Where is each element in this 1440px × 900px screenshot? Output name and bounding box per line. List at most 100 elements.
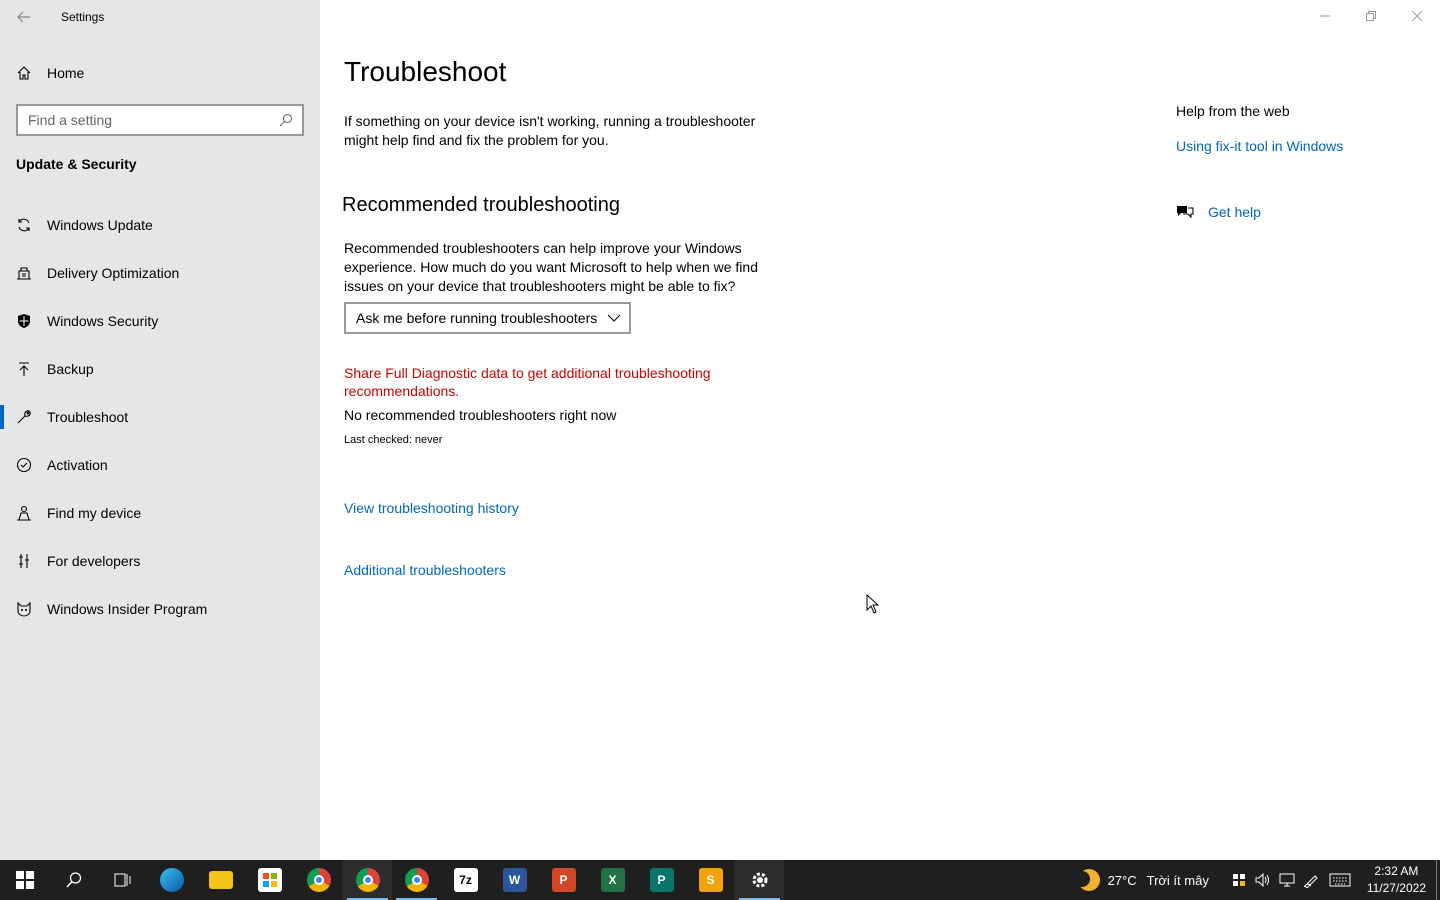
volume-icon[interactable] — [1251, 860, 1275, 900]
title-bar: Settings — [0, 0, 320, 34]
get-help-label: Get help — [1208, 204, 1261, 220]
sidebar-item-backup[interactable]: Backup — [0, 345, 320, 393]
word-icon: W — [502, 868, 527, 892]
fix-it-tool-link[interactable]: Using fix-it tool in Windows — [1176, 138, 1343, 154]
taskbar-7zip[interactable]: 7z — [441, 860, 490, 900]
task-view-button[interactable] — [98, 860, 147, 900]
taskbar-edge[interactable] — [147, 860, 196, 900]
sidebar-item-delivery-optimization[interactable]: Delivery Optimization — [0, 249, 320, 297]
dropdown-value: Ask me before running troubleshooters — [356, 310, 598, 326]
close-button[interactable] — [1394, 0, 1440, 32]
sidebar-item-label: Delivery Optimization — [47, 265, 180, 281]
sidebar-item-label: Find my device — [47, 505, 142, 521]
clock-time: 2:32 AM — [1374, 864, 1419, 878]
taskbar-settings[interactable] — [735, 860, 784, 900]
back-button[interactable] — [0, 0, 48, 34]
developer-tools-icon — [0, 553, 47, 569]
window-controls — [1302, 0, 1440, 32]
person-location-icon — [0, 505, 47, 521]
troubleshooter-preference-dropdown[interactable]: Ask me before running troubleshooters — [344, 302, 631, 334]
home-label: Home — [47, 65, 85, 81]
sidebar-item-find-my-device[interactable]: Find my device — [0, 489, 320, 537]
taskbar-chrome-profile-1[interactable] — [343, 860, 392, 900]
chevron-down-icon — [607, 314, 621, 322]
chrome-icon — [306, 868, 331, 892]
get-help-button[interactable]: Get help — [1176, 204, 1261, 220]
sidebar-item-for-developers[interactable]: For developers — [0, 537, 320, 585]
7zip-icon: 7z — [453, 868, 478, 892]
excel-icon: X — [600, 868, 625, 892]
weather-moon-icon — [1073, 869, 1100, 891]
minimize-icon — [1320, 15, 1330, 17]
sidebar-nav: Windows Update Delivery Optimization Win… — [0, 201, 320, 633]
wrench-icon — [0, 409, 47, 425]
weather-temp: 27°C — [1107, 872, 1137, 888]
chrome-profile-icon — [404, 868, 429, 892]
clock[interactable]: 2:32 AM 11/27/2022 — [1367, 863, 1426, 897]
sidebar-item-label: Troubleshoot — [47, 409, 129, 425]
backup-arrow-icon — [0, 361, 47, 377]
task-view-icon — [114, 873, 130, 887]
taskbar-store[interactable] — [245, 860, 294, 900]
store-icon — [257, 868, 282, 892]
windows-start-icon — [15, 871, 34, 889]
check-circle-icon — [0, 457, 47, 473]
no-recommended-text: No recommended troubleshooters right now — [344, 407, 617, 423]
start-button[interactable] — [0, 860, 49, 900]
taskbar-chrome[interactable] — [294, 860, 343, 900]
taskbar-search-button[interactable] — [49, 860, 98, 900]
taskbar: 7z W P X P S 27°C Trời ít mây 2:32 AM 11… — [0, 860, 1440, 900]
additional-troubleshooters-link[interactable]: Additional troubleshooters — [344, 562, 506, 578]
restore-icon — [1366, 11, 1376, 21]
taskbar-word[interactable]: W — [490, 860, 539, 900]
taskbar-chrome-profile-2[interactable] — [392, 860, 441, 900]
slides-icon: S — [698, 868, 723, 892]
view-history-link[interactable]: View troubleshooting history — [344, 500, 519, 516]
pen-icon[interactable] — [1299, 860, 1323, 900]
security-tray-icon[interactable] — [1227, 860, 1251, 900]
close-icon — [1412, 11, 1422, 21]
sidebar-item-label: Windows Security — [47, 313, 159, 329]
folder-icon — [208, 871, 233, 889]
sidebar-item-activation[interactable]: Activation — [0, 441, 320, 489]
delivery-optimization-icon — [0, 265, 47, 281]
show-desktop-button[interactable] — [1436, 860, 1440, 900]
clock-date: 11/27/2022 — [1366, 881, 1426, 895]
search-input[interactable] — [28, 112, 278, 128]
restore-button[interactable] — [1348, 0, 1394, 32]
search-icon — [65, 872, 81, 888]
gear-icon — [752, 872, 767, 888]
sidebar-item-label: Windows Insider Program — [47, 601, 208, 617]
search-box[interactable] — [16, 104, 304, 136]
taskbar-publisher[interactable]: P — [637, 860, 686, 900]
sync-icon — [0, 217, 47, 233]
sidebar-item-windows-insider-program[interactable]: Windows Insider Program — [0, 585, 320, 633]
chat-help-icon — [1177, 206, 1194, 219]
publisher-icon: P — [649, 868, 674, 892]
network-icon[interactable] — [1275, 860, 1299, 900]
recommended-heading: Recommended troubleshooting — [342, 194, 620, 216]
sidebar-item-windows-security[interactable]: Windows Security — [0, 297, 320, 345]
sidebar-item-home[interactable]: Home — [0, 56, 320, 90]
sidebar-item-label: Windows Update — [47, 217, 153, 233]
keyboard-icon[interactable] — [1323, 860, 1357, 900]
last-checked-text: Last checked: never — [344, 434, 443, 446]
share-diagnostic-data-link[interactable]: Share Full Diagnostic data to get additi… — [344, 364, 774, 400]
taskbar-powerpoint[interactable]: P — [539, 860, 588, 900]
sidebar-item-troubleshoot[interactable]: Troubleshoot — [0, 393, 320, 441]
insider-cat-icon — [0, 601, 47, 617]
weather-widget[interactable]: 27°C Trời ít mây — [1073, 869, 1209, 891]
help-heading: Help from the web — [1176, 103, 1290, 119]
shield-icon — [0, 313, 47, 329]
search-icon[interactable] — [278, 112, 294, 128]
section-title: Update & Security — [16, 156, 137, 172]
chrome-profile-icon — [355, 868, 380, 892]
sidebar-item-label: Activation — [47, 457, 108, 473]
minimize-button[interactable] — [1302, 0, 1348, 32]
app-title: Settings — [61, 10, 105, 24]
page-title: Troubleshoot — [344, 56, 507, 87]
taskbar-excel[interactable]: X — [588, 860, 637, 900]
sidebar-item-windows-update[interactable]: Windows Update — [0, 201, 320, 249]
taskbar-slides[interactable]: S — [686, 860, 735, 900]
taskbar-file-explorer[interactable] — [196, 860, 245, 900]
